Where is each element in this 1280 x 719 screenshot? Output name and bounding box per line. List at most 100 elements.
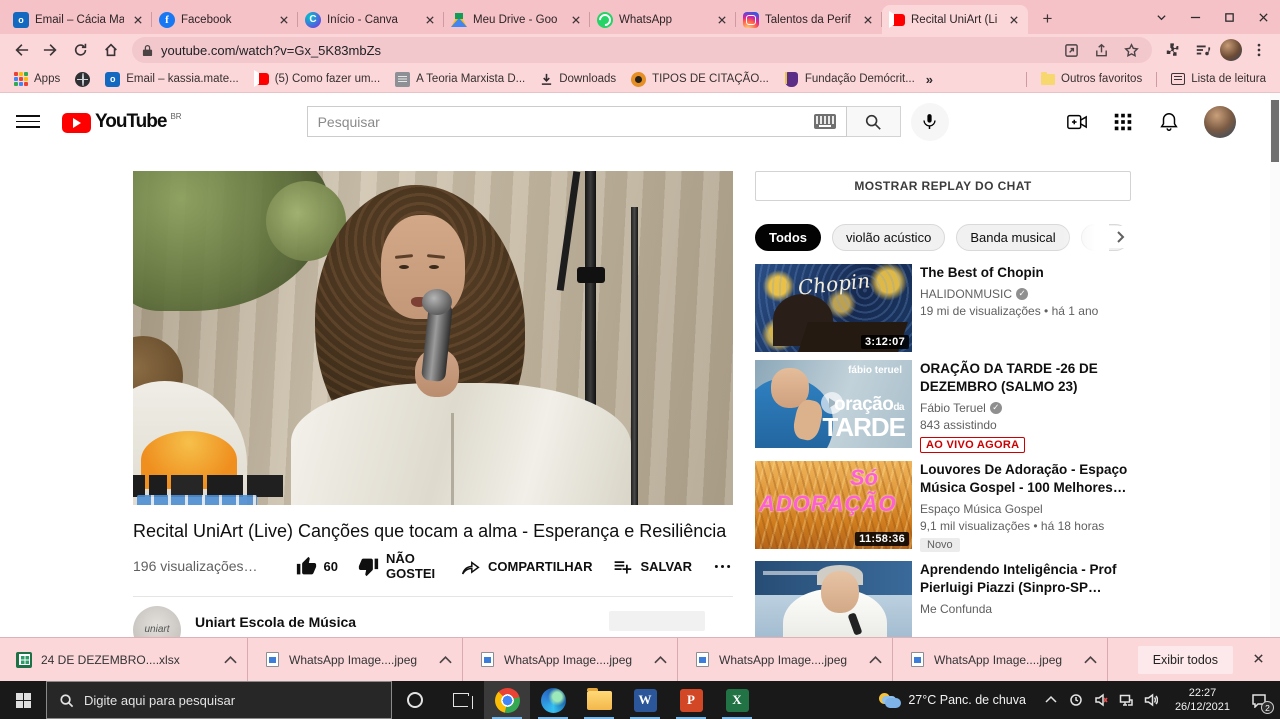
chips-next-arrow[interactable]	[1109, 226, 1131, 248]
playlist-extension-icon[interactable]	[1190, 37, 1216, 63]
tab-close-icon[interactable]	[1006, 12, 1021, 27]
guide-menu-icon[interactable]	[16, 110, 40, 134]
download-menu-caret-icon[interactable]	[1084, 651, 1097, 669]
start-button[interactable]	[0, 681, 46, 719]
rec-channel[interactable]: HALIDONMUSIC ✓	[920, 287, 1131, 301]
download-item-jpeg[interactable]: WhatsApp Image....jpeg	[893, 638, 1108, 681]
tab-youtube-active[interactable]: Recital UniArt (Li	[882, 5, 1028, 34]
taskbar-edge[interactable]	[530, 681, 576, 719]
tab-canva[interactable]: C Início - Canva	[298, 5, 444, 34]
close-window-button[interactable]	[1246, 0, 1280, 34]
search-button[interactable]	[847, 106, 901, 137]
url-text[interactable]: youtube.com/watch?v=Gx_5K83mbZs	[161, 43, 1052, 58]
bookmark-fundacao[interactable]: Fundação Demócrit...	[780, 70, 919, 89]
task-view-button[interactable]	[438, 681, 484, 719]
taskbar-chrome[interactable]	[484, 681, 530, 719]
browser-menu-icon[interactable]	[1246, 37, 1272, 63]
network-icon[interactable]	[1118, 692, 1134, 708]
tab-instagram[interactable]: Talentos da Perif	[736, 5, 882, 34]
reading-list-button[interactable]: Lista de leitura	[1167, 71, 1270, 87]
bookmark-email[interactable]: o Email – kassia.mate...	[101, 70, 242, 89]
download-menu-caret-icon[interactable]	[224, 651, 237, 669]
dislike-button[interactable]: NÃO GOSTEI	[358, 552, 440, 582]
open-in-window-icon[interactable]	[1060, 39, 1082, 61]
taskbar-word[interactable]: W	[622, 681, 668, 719]
download-item-xlsx[interactable]: 24 DE DEZEMBRO....xlsx	[0, 638, 248, 681]
recommended-video-oracao[interactable]: fábio teruel oraçãoda TARDE ORAÇÃO DA TA…	[755, 360, 1131, 453]
bookmark-globe[interactable]	[71, 70, 94, 89]
tab-close-icon[interactable]	[276, 12, 291, 27]
apps-grid-icon[interactable]	[1112, 111, 1134, 133]
chip-banda-musical[interactable]: Banda musical	[956, 224, 1069, 251]
download-menu-caret-icon[interactable]	[654, 651, 667, 669]
scrollbar-thumb[interactable]	[1271, 100, 1279, 162]
show-all-downloads-button[interactable]: Exibir todos	[1138, 646, 1233, 674]
tab-close-icon[interactable]	[860, 12, 875, 27]
page-scrollbar[interactable]	[1270, 93, 1280, 637]
tab-email[interactable]: o Email – Cácia Ma	[6, 5, 152, 34]
reload-button[interactable]	[68, 37, 94, 63]
thumbnail[interactable]: Só ADORAÇÃO 11:58:36	[755, 461, 912, 549]
share-button[interactable]: COMPARTILHAR	[460, 556, 592, 577]
action-center-button[interactable]: 2	[1238, 681, 1280, 719]
sync-icon[interactable]	[1068, 692, 1084, 708]
rec-channel[interactable]: Fábio Teruel ✓	[920, 401, 1131, 415]
thumbnail[interactable]: fábio teruel oraçãoda TARDE	[755, 360, 912, 448]
bookmarks-overflow-button[interactable]: »	[926, 72, 933, 87]
youtube-profile-avatar[interactable]	[1204, 106, 1236, 138]
extensions-puzzle-icon[interactable]	[1160, 37, 1186, 63]
rec-channel[interactable]: Espaço Música Gospel	[920, 502, 1131, 516]
channel-name[interactable]: Uniart Escola de Música	[195, 606, 356, 630]
tab-close-icon[interactable]	[568, 12, 583, 27]
tray-chevron-icon[interactable]	[1043, 692, 1059, 708]
bookmark-apps[interactable]: Apps	[10, 70, 64, 88]
browser-profile-avatar[interactable]	[1220, 39, 1242, 61]
recommended-video-chopin[interactable]: Chopin 3:12:07 The Best of Chopin HALIDO…	[755, 264, 1131, 352]
more-actions-button[interactable]	[712, 556, 733, 577]
download-menu-caret-icon[interactable]	[869, 651, 882, 669]
cortana-button[interactable]	[392, 681, 438, 719]
create-video-icon[interactable]	[1066, 111, 1088, 133]
rec-title[interactable]: Aprendendo Inteligência - Prof Pierluigi…	[920, 561, 1131, 597]
volume-icon[interactable]	[1143, 692, 1159, 708]
taskbar-search-box[interactable]: Digite aqui para pesquisar	[46, 681, 392, 719]
audio-device-muted-icon[interactable]	[1093, 692, 1109, 708]
share-page-icon[interactable]	[1090, 39, 1112, 61]
download-item-jpeg[interactable]: WhatsApp Image....jpeg	[248, 638, 463, 681]
tab-drive[interactable]: Meu Drive - Goo	[444, 5, 590, 34]
tab-search-chevron-icon[interactable]	[1144, 0, 1178, 34]
download-menu-caret-icon[interactable]	[439, 651, 452, 669]
bookmark-teoria-marxista[interactable]: A Teoria Marxista D...	[391, 70, 529, 89]
search-box[interactable]	[307, 106, 847, 137]
save-button[interactable]: SALVAR	[612, 556, 692, 577]
bookmark-downloads[interactable]: Downloads	[536, 71, 620, 88]
forward-button[interactable]	[38, 37, 64, 63]
back-button[interactable]	[8, 37, 34, 63]
bookmark-star-icon[interactable]	[1120, 39, 1142, 61]
address-bar[interactable]: youtube.com/watch?v=Gx_5K83mbZs	[132, 37, 1152, 63]
rec-title[interactable]: ORAÇÃO DA TARDE -26 DE DEZEMBRO (SALMO 2…	[920, 360, 1131, 396]
like-button[interactable]: 60	[296, 556, 338, 577]
download-item-jpeg[interactable]: WhatsApp Image....jpeg	[678, 638, 893, 681]
bookmark-youtube-video[interactable]: (5) Como fazer um...	[250, 70, 384, 89]
home-button[interactable]	[98, 37, 124, 63]
weather-widget[interactable]: 27°C Panc. de chuva	[870, 681, 1035, 719]
taskbar-file-explorer[interactable]	[576, 681, 622, 719]
rec-channel[interactable]: Me Confunda	[920, 602, 1131, 616]
rec-title[interactable]: The Best of Chopin	[920, 264, 1131, 282]
tab-close-icon[interactable]	[422, 12, 437, 27]
tab-close-icon[interactable]	[714, 12, 729, 27]
channel-avatar[interactable]: uniart	[133, 606, 181, 637]
taskbar-powerpoint[interactable]: P	[668, 681, 714, 719]
taskbar-clock[interactable]: 22:27 26/12/2021	[1167, 681, 1238, 719]
chip-todos[interactable]: Todos	[755, 224, 821, 251]
subscribe-button-partial[interactable]	[609, 611, 705, 631]
chip-violao-acustico[interactable]: violão acústico	[832, 224, 945, 251]
notifications-bell-icon[interactable]	[1158, 111, 1180, 133]
minimize-button[interactable]	[1178, 0, 1212, 34]
tab-close-icon[interactable]	[130, 12, 145, 27]
youtube-logo[interactable]: YouTube BR	[62, 111, 182, 133]
search-input[interactable]	[318, 114, 814, 130]
recommended-video-piazzi[interactable]: Aprendendo Inteligência - Prof Pierluigi…	[755, 561, 1131, 637]
maximize-button[interactable]	[1212, 0, 1246, 34]
